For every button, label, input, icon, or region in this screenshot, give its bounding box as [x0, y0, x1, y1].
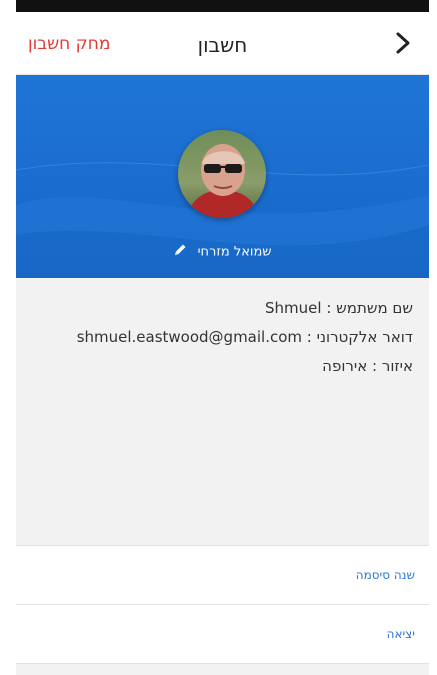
email-value: shmuel.eastwood@gmail.com: [76, 328, 303, 346]
pencil-icon[interactable]: [173, 243, 187, 261]
profile-banner: שמואל מזרחי: [16, 75, 429, 278]
status-bar: [16, 0, 429, 12]
username-row: שם משתמש : Shmuel: [32, 294, 413, 323]
email-label: דואר אלקטרוני :: [302, 328, 413, 346]
account-screen: מחק חשבון חשבון שמואל מזרחי שם משתמש: S…: [16, 0, 429, 675]
username-value: Shmuel: [265, 299, 322, 317]
region-value: אירופה: [322, 357, 368, 375]
account-info: שם משתמש : Shmuel דואר אלקטרוני : shmuel…: [16, 278, 429, 381]
email-row: דואר אלקטרוני : shmuel.eastwood@gmail.co…: [32, 323, 413, 352]
header-bar: מחק חשבון חשבון: [16, 12, 429, 75]
logout-button[interactable]: יציאה: [16, 604, 429, 663]
avatar[interactable]: [178, 130, 266, 218]
chevron-right-icon[interactable]: [391, 30, 415, 56]
region-label: איזור :: [367, 357, 413, 375]
profile-name-row[interactable]: שמואל מזרחי: [16, 243, 429, 261]
page-title: חשבון: [197, 33, 248, 57]
username-label: שם משתמש :: [321, 299, 413, 317]
account-actions: שנה סיסמה יציאה: [16, 545, 429, 664]
region-row: איזור : אירופה: [32, 352, 413, 381]
profile-name: שמואל מזרחי: [197, 244, 272, 260]
change-password-button[interactable]: שנה סיסמה: [16, 546, 429, 604]
